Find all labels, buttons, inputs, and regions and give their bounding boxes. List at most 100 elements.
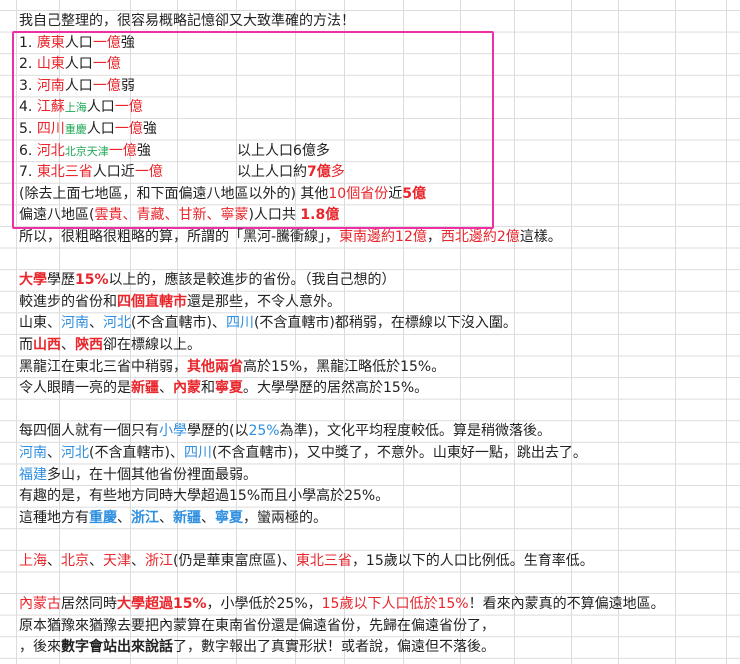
cell-text-row[interactable]: 所以，很粗略很粗略的算，所謂的「黑河-騰衝線」，東南邊約12億，西北邊約2億這樣…: [19, 226, 562, 248]
text-segment: 河北: [36, 142, 65, 159]
text-segment: 學歷的(以: [187, 423, 249, 440]
text-segment: 一億: [134, 164, 163, 181]
text-segment: )人口共: [248, 207, 301, 224]
text-segment: 天津: [103, 553, 131, 569]
cell-text-row[interactable]: 6. 河北北京天津一億強: [19, 140, 151, 162]
cell-text-row[interactable]: 偏遠八地區(雲貴、青藏、甘新、寧蒙)人口共 1.8億: [19, 204, 339, 226]
text-segment: 卻在標線以上。: [103, 337, 201, 353]
text-segment: 四川: [36, 121, 65, 137]
cell-text-row[interactable]: ，後來數字會站出來說話了，數字報出了真實形狀！或者說，偏遠但不落後。: [19, 636, 495, 658]
text-segment: (不含直轄市)都稍弱，在標線以下沒入圍。: [253, 315, 517, 332]
text-segment: 還是那些，不令人意外。: [187, 293, 341, 310]
text-segment: 1.: [19, 34, 37, 51]
text-segment: 山東、: [19, 315, 61, 332]
cell-text-row[interactable]: 2. 山東人口一億: [19, 53, 121, 75]
text-segment: 、: [47, 553, 61, 569]
text-segment: 西北邊約2億: [440, 229, 520, 245]
text-segment: 5億: [402, 185, 426, 202]
text-segment: 近: [388, 185, 403, 202]
text-segment: 、: [117, 509, 131, 526]
text-segment: 多山，在十個其他省份裡面最弱。: [47, 466, 257, 483]
text-segment: 以上人口約: [237, 164, 307, 181]
text-segment: 山西: [33, 337, 61, 353]
cell-text-row[interactable]: 以上人口6億多: [237, 140, 330, 162]
text-segment: 四川: [225, 315, 254, 332]
text-segment: 6.: [19, 142, 37, 159]
text-segment: 我自己整理的，很容易概略記憶卻又大致準確的方法！: [19, 13, 355, 29]
cell-text-row[interactable]: 4. 江蘇上海人口一億: [19, 96, 143, 118]
text-segment: 有趣的是，有些地方同時大學超過15%而且小學高於25%。: [19, 488, 390, 505]
text-segment: 強: [120, 34, 135, 51]
text-segment: 東北三省: [295, 553, 352, 569]
text-segment: 弱: [120, 77, 135, 94]
text-segment: 人口: [64, 56, 93, 73]
text-segment: 以上人口6億多: [237, 142, 330, 159]
text-segment: 一億: [108, 142, 137, 159]
text-segment: 、: [89, 553, 103, 569]
text-segment: 一億: [114, 99, 143, 116]
text-segment: 高於15%，黑龍江略低於15%。: [243, 358, 446, 375]
text-segment: 一億: [114, 121, 143, 137]
cell-text-row[interactable]: 大學學歷15%以上的，應該是較進步的省份。（我自己想的）: [19, 269, 396, 291]
cell-text-row[interactable]: 較進步的省份和四個直轄市還是那些，不令人意外。: [19, 291, 341, 313]
text-segment: 人口: [64, 34, 93, 51]
cell-text-row[interactable]: 而山西、陝西卻在標線以上。: [19, 334, 201, 356]
text-segment: 多: [330, 164, 345, 181]
cell-text-row[interactable]: 我自己整理的，很容易概略記憶卻又大致準確的方法！: [19, 10, 355, 32]
text-segment: 一億: [92, 34, 121, 51]
text-segment: 河南: [36, 77, 65, 94]
text-segment: 四川: [183, 445, 212, 461]
text-segment: 浙江: [145, 553, 173, 569]
text-segment: 、: [201, 509, 215, 526]
cell-text-row[interactable]: 5. 四川重慶人口一億強: [19, 118, 157, 140]
text-segment: 其他兩省: [187, 358, 243, 375]
cell-text-row[interactable]: 黑龍江在東北三省中稍弱，其他兩省高於15%，黑龍江略低於15%。: [19, 356, 445, 378]
text-segment: 人口: [64, 77, 93, 94]
cell-text-row[interactable]: 7. 東北三省人口近一億: [19, 161, 163, 183]
text-segment: 福建: [19, 466, 47, 483]
text-segment: 大學: [19, 272, 47, 289]
text-segment: 數字會站出來說話: [61, 639, 173, 656]
text-segment: (不含直轄市)、: [89, 445, 184, 461]
text-segment: 浙江: [131, 509, 159, 526]
text-segment: 每四個人就有一個只有: [19, 423, 159, 440]
text-segment: 內蒙: [173, 380, 201, 397]
text-segment: ，後來: [19, 639, 61, 656]
grid-column-line: [675, 0, 676, 664]
text-segment: 河北: [61, 445, 89, 461]
text-segment: 較進步的省份和: [19, 293, 117, 310]
cell-text-row[interactable]: 上海、北京、天津、浙江(仍是華東富庶區)、東北三省，15歲以下的人口比例低。生育…: [19, 550, 594, 572]
cell-text-row[interactable]: 以上人口約7億多: [237, 161, 345, 183]
text-segment: 上海: [19, 553, 47, 569]
text-segment: 2.: [19, 56, 37, 73]
text-segment: 新疆: [131, 380, 159, 397]
text-segment: 、: [61, 337, 75, 353]
text-segment: 強: [142, 121, 157, 137]
cell-text-row[interactable]: 福建多山，在十個其他省份裡面最弱。: [19, 464, 257, 486]
cell-text-row[interactable]: 河南、河北(不含直轄市)、四川(不含直轄市)，又中獎了，不意外。山東好一點，跳出…: [19, 442, 587, 464]
text-segment: 。大學學歷的居然高於15%。: [243, 380, 429, 397]
cell-text-row[interactable]: 山東、河南、河北(不含直轄市)、四川(不含直轄市)都稍弱，在標線以下沒入圍。: [19, 312, 517, 334]
cell-text-row[interactable]: 每四個人就有一個只有小學學歷的(以25%為準)，文化平均程度較低。算是稍微落後。: [19, 420, 551, 442]
text-segment: 25%: [248, 423, 280, 440]
text-segment: 重慶: [64, 123, 87, 136]
text-segment: 原本猶豫來猶豫去要把內蒙算在東南省份還是偏遠省份，先歸在偏遠省份了，: [19, 617, 495, 634]
text-segment: 寧夏: [215, 380, 243, 397]
text-segment: 學歷: [47, 272, 75, 289]
cell-text-row[interactable]: 內蒙古居然同時大學超過15%，小學低於25%，15歲以下人口低於15%！看來內蒙…: [19, 593, 665, 615]
cell-text-row[interactable]: (除去上面七地區，和下面偏遠八地區以外的) 其他10個省份近5億: [19, 183, 426, 205]
text-segment: 新疆: [173, 509, 201, 526]
text-segment: 為準)，文化平均程度較低。算是稍微落後。: [279, 423, 552, 440]
cell-text-row[interactable]: 有趣的是，有些地方同時大學超過15%而且小學高於25%。: [19, 485, 389, 507]
cell-text-row[interactable]: 這種地方有重慶、浙江、新疆、寧夏，蠻兩極的。: [19, 507, 327, 529]
cell-text-row[interactable]: 令人眼睛一亮的是新疆、內蒙和寧夏。大學學歷的居然高於15%。: [19, 377, 428, 399]
text-segment: 東南邊約12億: [339, 229, 427, 245]
text-segment: 河南: [19, 445, 47, 461]
text-segment: 、: [159, 380, 173, 397]
text-segment: 、: [131, 553, 145, 569]
text-segment: ，蠻兩極的。: [243, 509, 327, 526]
cell-text-row[interactable]: 原本猶豫來猶豫去要把內蒙算在東南省份還是偏遠省份，先歸在偏遠省份了，: [19, 615, 495, 637]
text-segment: (除去上面七地區，和下面偏遠八地區以外的) 其他: [19, 185, 329, 202]
cell-text-row[interactable]: 3. 河南人口一億弱: [19, 75, 135, 97]
cell-text-row[interactable]: 1. 廣東人口一億強: [19, 32, 135, 54]
